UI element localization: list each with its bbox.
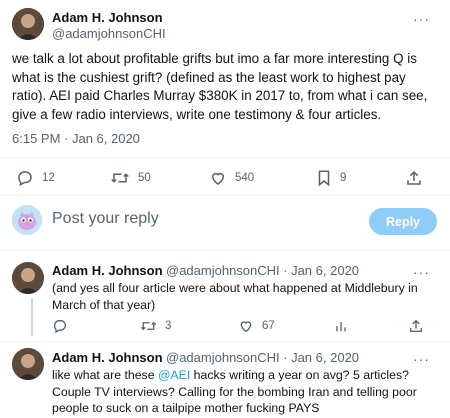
like-count: 540 [235,172,255,184]
views-action[interactable] [334,318,348,334]
bookmark-count: 9 [340,172,347,184]
analytics-icon [336,322,346,332]
reply-author-avatar[interactable] [12,348,44,380]
share-icon [407,170,421,185]
reply-text-start: like what are these [52,368,158,382]
reply-author-handle[interactable]: @adamjohnsonCHI [166,350,280,365]
mention-link[interactable]: @AEI [158,368,190,382]
author-avatar[interactable] [12,8,44,40]
author-handle[interactable]: @adamjohnsonCHI [52,26,166,41]
reply-text: like what are these @AEI hacks writing a… [52,367,437,417]
retweet-action[interactable]: 50 [110,169,151,187]
retweet-count: 3 [165,320,172,332]
tweet-timestamp[interactable]: 6:15 PM · Jan 6, 2020 [12,131,140,146]
share-action[interactable] [408,318,424,334]
reply-date[interactable]: · Jan 6, 2020 [283,350,359,365]
heart-icon [240,321,252,333]
more-options-icon[interactable]: ··· [413,265,430,279]
reply-author-name[interactable]: Adam H. Johnson [52,350,163,365]
retweet-count: 50 [138,172,151,184]
reply-header: Adam H. Johnson @adamjohnsonCHI · Jan 6,… [52,350,437,365]
current-user-avatar[interactable] [12,205,42,235]
divider [0,250,450,251]
more-options-icon[interactable]: ··· [413,12,430,26]
reply-author-avatar[interactable] [12,262,44,294]
like-action[interactable]: 67 [238,318,275,334]
reply-button[interactable]: Reply [369,208,437,235]
reply-date[interactable]: · Jan 6, 2020 [283,263,359,278]
share-action[interactable] [405,169,423,187]
share-icon [410,319,422,332]
bookmark-icon [318,170,330,187]
reply-author-handle[interactable]: @adamjohnsonCHI [166,263,280,278]
reply-header: Adam H. Johnson @adamjohnsonCHI · Jan 6,… [52,263,437,278]
comment-icon [18,171,32,187]
reply-action[interactable]: 12 [16,169,55,187]
retweet-icon [140,321,157,331]
reply-tweet: Adam H. Johnson @adamjohnsonCHI · Jan 6,… [52,350,437,417]
author-name[interactable]: Adam H. Johnson [52,10,163,25]
reply-author-name[interactable]: Adam H. Johnson [52,263,163,278]
retweet-icon [111,173,129,183]
reply-tweet: Adam H. Johnson @adamjohnsonCHI · Jan 6,… [52,263,437,313]
tweet-text: we talk a lot about profitable grifts bu… [12,51,428,122]
like-count: 67 [262,320,275,332]
reply-count: 12 [42,172,55,184]
more-options-icon[interactable]: ··· [413,352,430,366]
thread-line [31,298,33,336]
reply-action[interactable] [52,318,76,334]
divider [0,341,450,342]
reply-text: (and yes all four article were about wha… [52,281,418,312]
like-action[interactable]: 540 [209,169,254,187]
reply-input[interactable]: Post your reply [52,210,159,228]
heart-icon [211,172,225,185]
bookmark-action[interactable]: 9 [316,169,346,187]
comment-icon [53,320,66,334]
divider [0,195,450,196]
divider [0,157,450,158]
retweet-action[interactable]: 3 [140,318,171,334]
